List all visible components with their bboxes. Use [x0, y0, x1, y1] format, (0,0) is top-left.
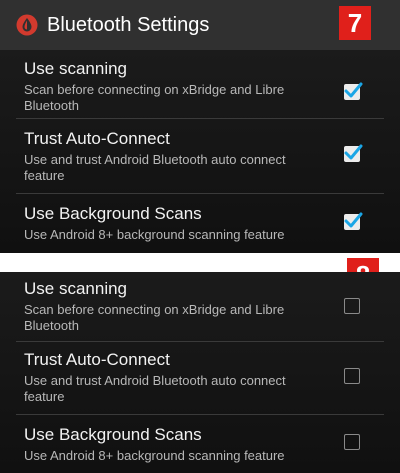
setting-title: Use scanning	[24, 279, 128, 298]
setting-summary: Scan before connecting on xBridge and Li…	[24, 302, 285, 333]
settings-list-checked: Use scanning Scan before connecting on x…	[0, 50, 400, 253]
checkbox-trust-auto-connect[interactable]	[344, 368, 360, 384]
checkbox-use-background-scans[interactable]	[344, 434, 360, 450]
setting-trust-auto-connect[interactable]: Trust Auto-Connect Use and trust Android…	[0, 349, 400, 409]
divider	[16, 341, 384, 342]
setting-summary: Use and trust Android Bluetooth auto con…	[24, 152, 286, 183]
setting-title: Use Background Scans	[24, 204, 202, 223]
blood-drop-logo-icon	[16, 14, 38, 36]
divider	[16, 193, 384, 194]
setting-use-scanning[interactable]: Use scanning Scan before connecting on x…	[0, 58, 400, 118]
setting-title: Use scanning	[24, 59, 128, 78]
setting-summary: Scan before connecting on xBridge and Li…	[24, 82, 285, 113]
checkbox-use-background-scans[interactable]	[344, 212, 363, 230]
checkmark-icon	[344, 212, 363, 228]
setting-use-scanning[interactable]: Use scanning Scan before connecting on x…	[0, 278, 400, 338]
setting-trust-auto-connect[interactable]: Trust Auto-Connect Use and trust Android…	[0, 128, 400, 188]
divider	[16, 414, 384, 415]
setting-summary: Use Android 8+ background scanning featu…	[24, 448, 285, 463]
setting-title: Use Background Scans	[24, 425, 202, 444]
checkbox-use-scanning[interactable]	[344, 82, 363, 100]
setting-use-background-scans[interactable]: Use Background Scans Use Android 8+ back…	[0, 203, 400, 249]
settings-list-unchecked: Use scanning Scan before connecting on x…	[0, 272, 400, 473]
setting-title: Trust Auto-Connect	[24, 350, 170, 369]
divider	[16, 118, 384, 119]
checkmark-icon	[344, 82, 363, 98]
section-separator	[0, 253, 400, 272]
checkbox-use-scanning[interactable]	[344, 298, 360, 314]
setting-summary: Use and trust Android Bluetooth auto con…	[24, 373, 286, 404]
setting-title: Trust Auto-Connect	[24, 129, 170, 148]
checkmark-icon	[344, 144, 363, 160]
checkbox-trust-auto-connect[interactable]	[344, 144, 363, 162]
page-title: Bluetooth Settings	[47, 14, 210, 36]
setting-summary: Use Android 8+ background scanning featu…	[24, 227, 285, 242]
setting-use-background-scans[interactable]: Use Background Scans Use Android 8+ back…	[0, 424, 400, 470]
step-badge-7: 7	[339, 6, 371, 40]
